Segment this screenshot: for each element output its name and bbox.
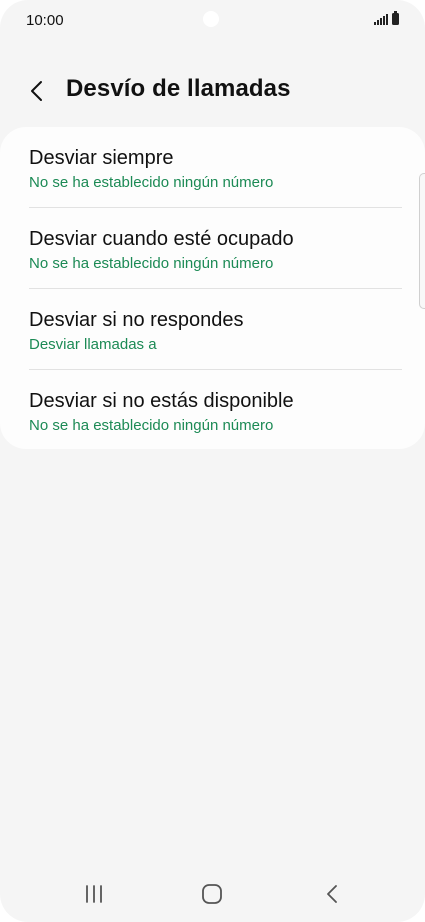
item-title: Desviar siempre xyxy=(29,147,174,169)
list-item-forward-always[interactable]: Desviar siempre No se ha establecido nin… xyxy=(0,127,425,207)
status-icons xyxy=(374,11,399,25)
chevron-left-icon xyxy=(31,81,42,101)
item-subtitle: No se ha establecido ningún número xyxy=(29,417,274,434)
recents-button[interactable] xyxy=(72,872,116,916)
back-icon xyxy=(327,885,337,903)
item-title: Desviar si no estás disponible xyxy=(29,390,294,412)
list-item-forward-no-answer[interactable]: Desviar si no respondes Desviar llamadas… xyxy=(0,289,425,369)
app-header: Desvío de llamadas xyxy=(0,66,425,114)
list-item-forward-when-busy[interactable]: Desviar cuando esté ocupado No se ha est… xyxy=(0,208,425,288)
status-bar: 10:00 xyxy=(0,0,425,40)
battery-icon xyxy=(392,11,399,25)
nav-back-button[interactable] xyxy=(310,872,354,916)
home-button[interactable] xyxy=(190,872,234,916)
item-subtitle: No se ha establecido ningún número xyxy=(29,255,274,272)
item-subtitle: No se ha establecido ningún número xyxy=(29,174,274,191)
scrollbar[interactable] xyxy=(419,173,425,309)
item-subtitle: Desviar llamadas a xyxy=(29,336,157,353)
back-button[interactable] xyxy=(20,74,54,108)
recents-icon xyxy=(86,885,102,903)
navigation-bar xyxy=(0,862,425,922)
home-icon xyxy=(202,884,222,904)
item-title: Desviar si no respondes xyxy=(29,309,244,331)
phone-screen: 10:00 Desvío de llamadas Desviar siempre… xyxy=(0,0,425,922)
signal-icon xyxy=(374,14,388,25)
status-time: 10:00 xyxy=(26,12,64,29)
list-item-forward-unreachable[interactable]: Desviar si no estás disponible No se ha … xyxy=(0,370,425,450)
camera-cutout xyxy=(203,11,219,27)
item-title: Desviar cuando esté ocupado xyxy=(29,228,294,250)
page-title: Desvío de llamadas xyxy=(66,75,291,102)
forwarding-options-card: Desviar siempre No se ha establecido nin… xyxy=(0,127,425,449)
